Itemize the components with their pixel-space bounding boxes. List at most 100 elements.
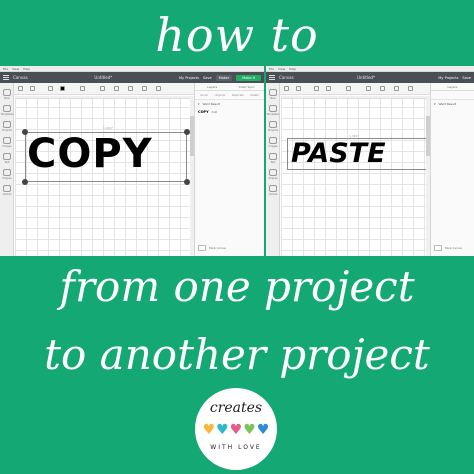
fill-icon[interactable]: [80, 86, 85, 91]
fill-icon[interactable]: [346, 86, 351, 91]
layers-panel: Layers ▾ Weld Result Blank Canvas: [430, 83, 474, 256]
header-title: Canvas: [279, 75, 294, 80]
sidebar-item-images: Images: [2, 145, 12, 148]
sidebar-item-templates: Templates: [0, 113, 14, 116]
my-projects-button[interactable]: My Projects: [438, 76, 458, 80]
layer-operation: Cut: [211, 110, 217, 114]
color-swatch-icon[interactable]: [326, 86, 331, 91]
save-button[interactable]: Save: [203, 76, 212, 80]
delete-button[interactable]: Delete: [250, 94, 258, 97]
logo-top-text: creates: [209, 400, 263, 416]
copy-text-object[interactable]: COPY: [27, 134, 153, 174]
layer-group-row[interactable]: ▾ Weld Result: [195, 100, 264, 108]
creates-with-love-logo: creates ♥ ♥ ♥ ♥ ♥ WITH LOVE: [195, 388, 277, 470]
header-title: Canvas: [13, 75, 28, 80]
edit-icon[interactable]: [114, 86, 119, 91]
sidebar-upload-icon[interactable]: [3, 185, 11, 192]
sidebar-images-icon[interactable]: [3, 137, 11, 144]
hamburger-menu-icon[interactable]: [3, 75, 9, 80]
blank-canvas-label: Blank Canvas: [209, 246, 226, 250]
design-canvas[interactable]: 1.419" PASTE: [281, 96, 430, 256]
paste-text-object[interactable]: PASTE: [291, 140, 386, 167]
linetype-icon[interactable]: [314, 86, 319, 91]
undo-icon[interactable]: [18, 86, 23, 91]
menu-view[interactable]: View: [278, 67, 285, 71]
heart-icon: ♥: [243, 422, 256, 438]
logo-hearts: ♥ ♥ ♥ ♥ ♥: [195, 423, 277, 437]
document-title: Untitled*: [357, 75, 375, 80]
menu-view[interactable]: View: [12, 67, 19, 71]
menu-file[interactable]: File: [269, 67, 274, 71]
deselect-icon[interactable]: [366, 86, 371, 91]
selection-size-label: 1.419": [103, 126, 113, 130]
duplicate-button[interactable]: Duplicate: [232, 94, 244, 97]
edit-toolbar: [0, 83, 194, 95]
sidebar-shapes-icon[interactable]: [3, 169, 11, 176]
make-it-button[interactable]: Make It: [236, 74, 262, 81]
flip-icon[interactable]: [156, 86, 161, 91]
hamburger-menu-icon[interactable]: [269, 75, 275, 80]
sidebar-text-icon[interactable]: [3, 153, 11, 160]
ungroup-button[interactable]: Ungroup: [215, 94, 226, 97]
sidebar-item-new: New: [4, 97, 10, 100]
menu-file[interactable]: File: [3, 67, 8, 71]
layer-group-name: Weld Result: [202, 102, 221, 106]
arrange-icon[interactable]: [142, 86, 147, 91]
left-sidebar: New Templates Projects Images Text Shape…: [0, 83, 14, 256]
blank-canvas-row[interactable]: Blank Canvas: [198, 244, 261, 252]
sidebar-images-icon[interactable]: [269, 137, 277, 144]
arrange-icon[interactable]: [408, 86, 413, 91]
sidebar-templates-icon[interactable]: [269, 105, 277, 112]
sidebar-templates-icon[interactable]: [3, 105, 11, 112]
menu-help[interactable]: Help: [289, 67, 296, 71]
group-button[interactable]: Group: [200, 94, 208, 97]
headline-to-another-project: to another project: [44, 330, 430, 379]
layer-group-row[interactable]: ▾ Weld Result: [431, 100, 474, 108]
layer-thumbnail: COPY: [198, 110, 209, 114]
sidebar-new-icon[interactable]: [3, 89, 11, 96]
sidebar-projects-icon[interactable]: [3, 121, 11, 128]
align-icon[interactable]: [394, 86, 399, 91]
my-projects-button[interactable]: My Projects: [179, 76, 199, 80]
linetype-icon[interactable]: [48, 86, 53, 91]
tab-layers[interactable]: Layers: [195, 83, 230, 90]
color-swatch-icon[interactable]: [60, 86, 65, 91]
lock-handle-icon[interactable]: [22, 179, 28, 185]
tab-color-sync[interactable]: Color Sync: [230, 83, 265, 90]
sidebar-item-text: Text: [270, 161, 276, 164]
layer-row[interactable]: COPY Cut: [195, 108, 264, 116]
document-title: Untitled*: [94, 75, 113, 80]
redo-icon[interactable]: [30, 86, 35, 91]
edit-toolbar: [266, 83, 430, 95]
canvas-swatch[interactable]: [198, 245, 206, 251]
redo-icon[interactable]: [296, 86, 301, 91]
machine-select[interactable]: Maker: [215, 74, 233, 81]
heart-icon: ♥: [216, 422, 229, 438]
blank-canvas-row[interactable]: Blank Canvas: [434, 244, 471, 252]
undo-icon[interactable]: [284, 86, 289, 91]
sidebar-new-icon[interactable]: [269, 89, 277, 96]
sidebar-shapes-icon[interactable]: [269, 169, 277, 176]
save-button[interactable]: Save: [462, 76, 471, 80]
canvas-swatch[interactable]: [434, 245, 442, 251]
menu-help[interactable]: Help: [23, 67, 30, 71]
left-sidebar: New Templates Projects Images Text Shape…: [266, 83, 280, 256]
sidebar-upload-icon[interactable]: [269, 185, 277, 192]
sidebar-projects-icon[interactable]: [269, 121, 277, 128]
chevron-down-icon[interactable]: ▾: [434, 102, 436, 106]
sidebar-item-upload: Upload: [268, 193, 278, 196]
edit-icon[interactable]: [380, 86, 385, 91]
heart-icon: ♥: [229, 422, 243, 438]
sidebar-item-text: Text: [4, 161, 10, 164]
align-icon[interactable]: [128, 86, 133, 91]
deselect-icon[interactable]: [100, 86, 105, 91]
app-header: Canvas Untitled* My Projects Save: [266, 72, 474, 83]
screenshot-copy: File View Help Canvas Untitled* My Proje…: [0, 66, 264, 256]
top-ruler: [281, 96, 430, 99]
chevron-down-icon[interactable]: ▾: [198, 102, 200, 106]
sidebar-text-icon[interactable]: [269, 153, 277, 160]
design-canvas[interactable]: 1.419" COPY: [15, 96, 194, 256]
sidebar-item-templates: Templates: [266, 113, 280, 116]
tab-layers[interactable]: Layers: [431, 83, 474, 90]
sidebar-item-images: Images: [268, 145, 278, 148]
